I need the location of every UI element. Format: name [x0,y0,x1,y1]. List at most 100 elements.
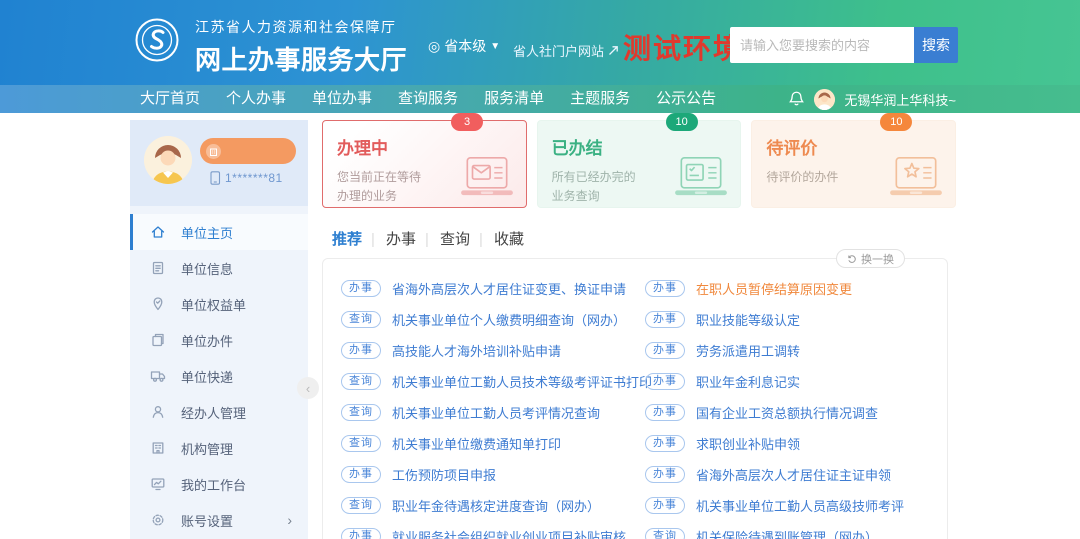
service-panel: 换一换 办事省海外高层次人才居住证变更、换证申请查询机关事业单位个人缴费明细查询… [322,258,948,539]
profile-card: 1*******81 [130,120,308,206]
sidebar-item-label: 单位信息 [181,259,233,278]
service-type-badge: 办事 [645,280,685,297]
service-item[interactable]: 办事国有企业工资总额执行情况调查 [645,403,947,421]
search-input[interactable] [730,27,914,63]
chevron-down-icon: ▼ [490,41,500,52]
service-link[interactable]: 机关事业单位工勤人员高级技师考评 [696,496,904,515]
page-title: 网上办事服务大厅 [195,40,407,77]
region-selector[interactable]: ◎ 省本级 ▼ [428,36,500,56]
service-link[interactable]: 机关事业单位缴费通知单打印 [392,434,561,453]
status-card-in-progress[interactable]: 3办理中您当前正在等待办理的业务 [322,120,527,208]
service-link[interactable]: 机关事业单位工勤人员技术等级考评证书打印 [392,372,652,391]
service-link[interactable]: 在职人员暂停结算原因变更 [696,279,852,298]
status-card-to-evaluate[interactable]: 10待评价待评价的办件 [751,120,956,208]
service-link[interactable]: 职业年金待遇核定进度查询（网办） [392,496,600,515]
nav-item-theme-services[interactable]: 主题服务 [557,85,643,113]
service-item[interactable]: 办事劳务派遣用工调转 [645,341,947,359]
sidebar-item-unit-express[interactable]: 单位快递 [130,358,308,394]
tab-services[interactable]: 办事 [374,230,428,254]
service-item[interactable]: 办事求职创业补贴申领 [645,434,947,452]
sidebar-item-unit-info[interactable]: 单位信息 [130,250,308,286]
service-item[interactable]: 查询机关事业单位缴费通知单打印 [341,434,645,452]
service-link[interactable]: 工伤预防项目申报 [392,465,496,484]
nav-item-query-services[interactable]: 查询服务 [385,85,471,113]
sidebar-collapse-handle[interactable]: ‹ [297,377,319,399]
phone-icon [210,171,221,185]
service-type-badge: 办事 [645,466,685,483]
sidebar-item-unit-cases[interactable]: 单位办件 [130,322,308,358]
user-avatar[interactable] [814,89,835,110]
sidebar-item-label: 我的工作台 [181,475,246,494]
tab-recommend[interactable]: 推荐 [326,230,374,254]
chevron-left-icon: ‹ [306,381,310,396]
site-logo-icon [135,18,179,62]
service-item[interactable]: 查询职业年金待遇核定进度查询（网办） [341,496,645,514]
service-link[interactable]: 就业服务社会组织就业创业项目补贴审核 [392,527,626,539]
service-item[interactable]: 查询机关保险待遇到账管理（网办） [645,527,947,539]
count-badge: 3 [451,113,483,131]
nav-item-unit-services[interactable]: 单位办事 [299,85,385,113]
service-item[interactable]: 办事就业服务社会组织就业创业项目补贴审核 [341,527,645,539]
company-badge-icon [206,144,221,159]
service-item[interactable]: 查询机关事业单位个人缴费明细查询（网办） [341,310,645,328]
portal-site-link[interactable]: 省人社门户网站 [513,41,619,60]
nav-item-hall-home[interactable]: 大厅首页 [127,85,213,113]
service-link[interactable]: 机关保险待遇到账管理（网办） [696,527,878,539]
bell-icon[interactable] [788,90,805,108]
service-item[interactable]: 办事高技能人才海外培训补贴申请 [341,341,645,359]
profile-info: 1*******81 [200,136,296,206]
service-item[interactable]: 查询机关事业单位工勤人员技术等级考评证书打印 [341,372,645,390]
service-item[interactable]: 办事机关事业单位工勤人员高级技师考评 [645,496,947,514]
service-type-badge: 办事 [341,528,381,539]
service-link[interactable]: 国有企业工资总额执行情况调查 [696,403,878,422]
refresh-button[interactable]: 换一换 [836,249,905,268]
service-item[interactable]: 办事在职人员暂停结算原因变更 [645,279,947,297]
user-icon [150,404,166,420]
service-item[interactable]: 办事职业年金利息记实 [645,372,947,390]
service-link[interactable]: 高技能人才海外培训补贴申请 [392,341,561,360]
service-type-badge: 查询 [341,497,381,514]
nav-item-service-list[interactable]: 服务清单 [471,85,557,113]
search-button[interactable]: 搜索 [914,27,958,63]
sidebar-item-org-management[interactable]: 机构管理 [130,430,308,466]
test-environment-watermark: 测试环境 [623,27,743,67]
service-column-left: 办事省海外高层次人才居住证变更、换证申请查询机关事业单位个人缴费明细查询（网办）… [341,279,645,539]
service-item[interactable]: 办事工伤预防项目申报 [341,465,645,483]
service-link[interactable]: 省海外高层次人才居住证变更、换证申请 [392,279,626,298]
service-item[interactable]: 办事职业技能等级认定 [645,310,947,328]
search-bar: 搜索 [730,27,958,63]
count-badge: 10 [666,113,698,131]
nav-item-personal-services[interactable]: 个人办事 [213,85,299,113]
refresh-icon [847,254,857,264]
page: 江苏省人力资源和社会保障厅 网上办事服务大厅 ◎ 省本级 ▼ 省人社门户网站 测… [0,0,1080,539]
service-link[interactable]: 机关事业单位个人缴费明细查询（网办） [392,310,626,329]
service-type-badge: 办事 [341,466,381,483]
sidebar-item-unit-rights[interactable]: 单位权益单 [130,286,308,322]
service-item[interactable]: 办事省海外高层次人才居住证主证申领 [645,465,947,483]
tab-favorites[interactable]: 收藏 [482,230,536,254]
service-link[interactable]: 职业技能等级认定 [696,310,800,329]
location-icon: ◎ [428,38,440,55]
sidebar-item-agent-management[interactable]: 经办人管理 [130,394,308,430]
service-item[interactable]: 办事省海外高层次人才居住证变更、换证申请 [341,279,645,297]
nav-user-name[interactable]: 无锡华润上华科技~ [844,90,956,109]
service-link[interactable]: 省海外高层次人才居住证主证申领 [696,465,891,484]
status-card-completed[interactable]: 10已办结所有已经办完的业务查询 [537,120,742,208]
service-type-badge: 办事 [645,373,685,390]
service-item[interactable]: 查询机关事业单位工勤人员考评情况查询 [341,403,645,421]
tab-query[interactable]: 查询 [428,230,482,254]
sidebar-item-unit-home[interactable]: 单位主页 [130,214,308,250]
service-type-badge: 办事 [645,311,685,328]
service-link[interactable]: 求职创业补贴申领 [696,434,800,453]
sidebar-item-account-settings[interactable]: 账号设置› [130,502,308,538]
sidebar-item-label: 单位主页 [181,223,233,242]
nav-item-public-notices[interactable]: 公示公告 [643,85,729,113]
sidebar-item-my-workbench[interactable]: 我的工作台 [130,466,308,502]
company-badge [200,138,296,164]
phone-row: 1*******81 [210,171,296,185]
service-link[interactable]: 劳务派遣用工调转 [696,341,800,360]
service-link[interactable]: 机关事业单位工勤人员考评情况查询 [392,403,600,422]
sidebar-menu: 单位主页单位信息单位权益单单位办件单位快递经办人管理机构管理我的工作台账号设置› [130,206,308,538]
service-link[interactable]: 职业年金利息记实 [696,372,800,391]
sidebar-item-label: 账号设置 [181,511,233,530]
